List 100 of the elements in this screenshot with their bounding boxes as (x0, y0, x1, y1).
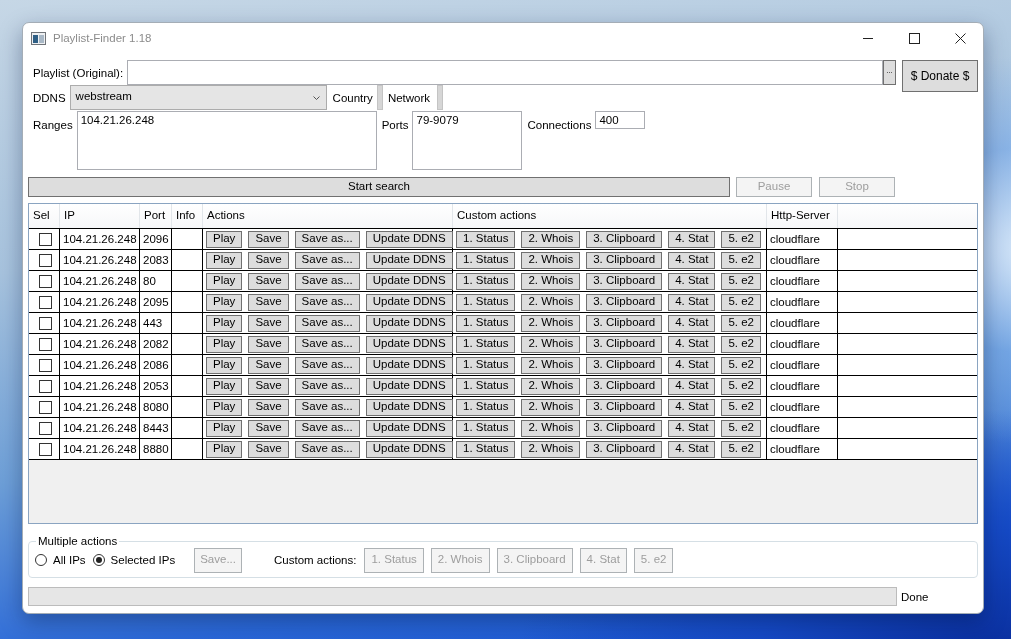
radio-button[interactable] (35, 554, 47, 566)
radio-button[interactable] (92, 554, 105, 566)
ddns-dropdown[interactable]: webstream (69, 85, 327, 110)
row-checkbox[interactable] (39, 253, 52, 267)
save-as-button[interactable]: Save as... (294, 272, 360, 290)
play-button[interactable]: Play (206, 377, 243, 395)
save-as-button[interactable]: Save as... (294, 335, 360, 353)
status-button[interactable]: 1. Status (456, 314, 516, 332)
save-as-button[interactable]: Save as... (294, 419, 360, 437)
stat-button[interactable]: 4. Stat (668, 377, 716, 395)
row-checkbox[interactable] (39, 274, 52, 288)
clipboard-button[interactable]: 3. Clipboard (586, 251, 663, 269)
whois-button[interactable]: 2. Whois (521, 230, 581, 248)
update-ddns-button[interactable]: Update DDNS (365, 314, 453, 332)
start-search-button[interactable]: Start search (28, 177, 730, 197)
clipboard-button[interactable]: 3. Clipboard (586, 398, 663, 416)
e2-button[interactable]: 5. e2 (721, 314, 761, 332)
save-button[interactable]: Save (248, 377, 289, 395)
stat-button[interactable]: 4. Stat (668, 230, 716, 248)
e2-button[interactable]: 5. e2 (721, 377, 761, 395)
e2-button[interactable]: 5. e2 (721, 272, 761, 290)
ports-field[interactable]: 79-9079 (412, 111, 523, 170)
row-checkbox[interactable] (39, 421, 52, 435)
row-checkbox[interactable] (39, 316, 52, 330)
e2-button[interactable]: 5. e2 (721, 419, 761, 437)
stat-button[interactable]: 4. Stat (668, 419, 716, 437)
connections-field[interactable]: 400 (595, 111, 646, 129)
e2-button[interactable]: 5. e2 (721, 440, 761, 458)
e2-button[interactable]: 5. e2 (721, 293, 761, 311)
status-button[interactable]: 1. Status (456, 335, 516, 353)
status-button[interactable]: 1. Status (456, 293, 516, 311)
clipboard-button[interactable]: 3. Clipboard (586, 356, 663, 374)
clipboard-button[interactable]: 3. Clipboard (586, 293, 663, 311)
row-checkbox[interactable] (39, 442, 52, 456)
save-button[interactable]: Save (248, 356, 289, 374)
save-as-button[interactable]: Save as... (294, 230, 360, 248)
update-ddns-button[interactable]: Update DDNS (365, 356, 453, 374)
update-ddns-button[interactable]: Update DDNS (365, 230, 453, 248)
e2-button[interactable]: 5. e2 (721, 356, 761, 374)
update-ddns-button[interactable]: Update DDNS (365, 440, 453, 458)
status-button[interactable]: 1. Status (456, 230, 516, 248)
save-as-button[interactable]: Save as... (294, 293, 360, 311)
row-checkbox[interactable] (39, 295, 52, 309)
save-button[interactable]: Save (248, 398, 289, 416)
stat-button[interactable]: 4. Stat (668, 272, 716, 290)
save-button[interactable]: Save (248, 440, 289, 458)
update-ddns-button[interactable]: Update DDNS (365, 398, 453, 416)
stat-button[interactable]: 4. Stat (668, 398, 716, 416)
browse-button[interactable]: ... (883, 60, 896, 85)
update-ddns-button[interactable]: Update DDNS (365, 272, 453, 290)
play-button[interactable]: Play (206, 272, 243, 290)
row-checkbox[interactable] (39, 358, 52, 372)
save-button[interactable]: Save (248, 272, 289, 290)
save-button[interactable]: Save (248, 230, 289, 248)
row-checkbox[interactable] (39, 232, 52, 246)
row-checkbox[interactable] (39, 337, 52, 351)
playlist-field[interactable] (127, 60, 883, 85)
donate-button[interactable]: $ Donate $ (902, 60, 978, 92)
clipboard-button[interactable]: 3. Clipboard (586, 377, 663, 395)
save-as-button[interactable]: Save as... (294, 251, 360, 269)
whois-button[interactable]: 2. Whois (521, 377, 581, 395)
save-button[interactable]: Save (248, 293, 289, 311)
update-ddns-button[interactable]: Update DDNS (365, 377, 453, 395)
stat-button[interactable]: 4. Stat (668, 335, 716, 353)
whois-button[interactable]: 2. Whois (521, 293, 581, 311)
save-as-button[interactable]: Save as... (294, 398, 360, 416)
save-as-button[interactable]: Save as... (294, 377, 360, 395)
whois-button[interactable]: 2. Whois (521, 272, 581, 290)
update-ddns-button[interactable]: Update DDNS (365, 335, 453, 353)
stat-button[interactable]: 4. Stat (668, 356, 716, 374)
play-button[interactable]: Play (206, 356, 243, 374)
radio-label[interactable]: Selected IPs (110, 554, 176, 566)
stat-button[interactable]: 4. Stat (668, 293, 716, 311)
clipboard-button[interactable]: 3. Clipboard (586, 272, 663, 290)
clipboard-button[interactable]: 3. Clipboard (586, 419, 663, 437)
ranges-field[interactable]: 104.21.26.248 (76, 111, 377, 170)
play-button[interactable]: Play (206, 335, 243, 353)
status-button[interactable]: 1. Status (456, 377, 516, 395)
save-button[interactable]: Save (248, 335, 289, 353)
row-checkbox[interactable] (39, 400, 52, 414)
status-button[interactable]: 1. Status (456, 272, 516, 290)
stat-button[interactable]: 4. Stat (668, 440, 716, 458)
e2-button[interactable]: 5. e2 (721, 251, 761, 269)
stat-button[interactable]: 4. Stat (668, 314, 716, 332)
save-as-button[interactable]: Save as... (294, 356, 360, 374)
status-button[interactable]: 1. Status (456, 419, 516, 437)
save-button[interactable]: Save (248, 251, 289, 269)
status-button[interactable]: 1. Status (456, 251, 516, 269)
play-button[interactable]: Play (206, 251, 243, 269)
play-button[interactable]: Play (206, 419, 243, 437)
save-button[interactable]: Save (248, 314, 289, 332)
clipboard-button[interactable]: 3. Clipboard (586, 230, 663, 248)
whois-button[interactable]: 2. Whois (521, 314, 581, 332)
e2-button[interactable]: 5. e2 (721, 335, 761, 353)
update-ddns-button[interactable]: Update DDNS (365, 293, 453, 311)
save-as-button[interactable]: Save as... (294, 314, 360, 332)
whois-button[interactable]: 2. Whois (521, 419, 581, 437)
play-button[interactable]: Play (206, 293, 243, 311)
splitter-handle[interactable] (376, 85, 383, 110)
whois-button[interactable]: 2. Whois (521, 356, 581, 374)
